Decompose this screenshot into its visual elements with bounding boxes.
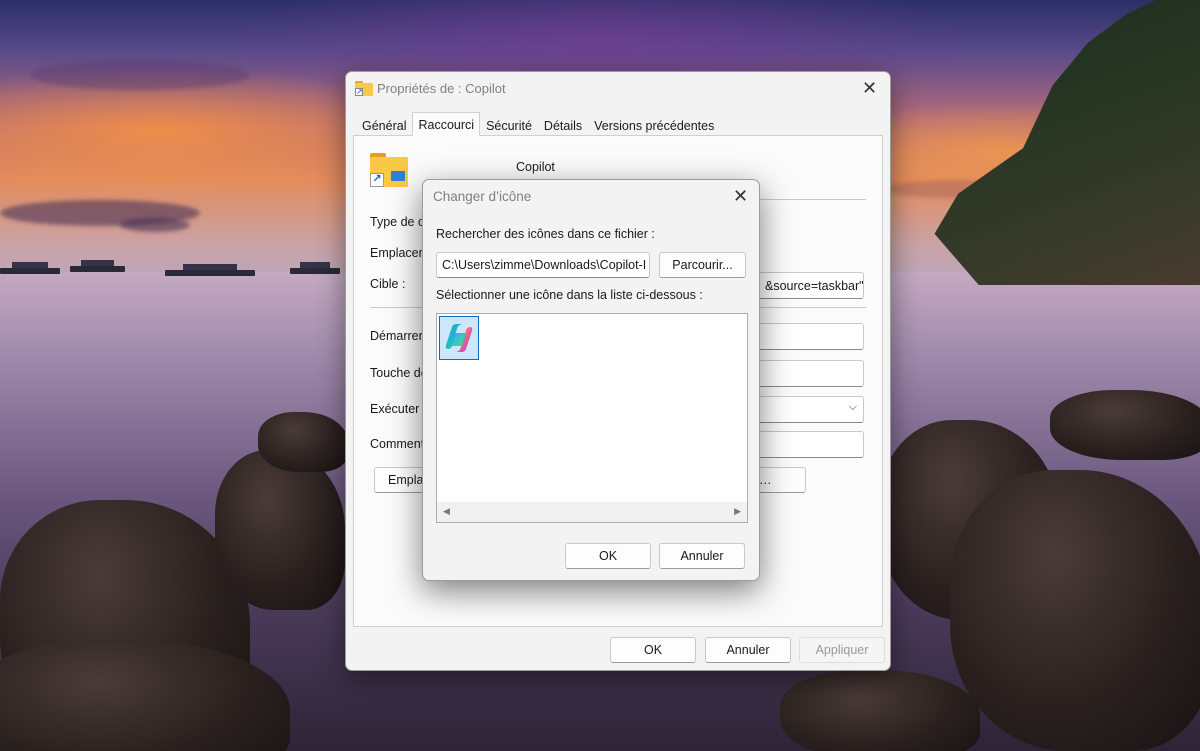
- horizontal-scrollbar[interactable]: ◀ ▶: [437, 502, 747, 522]
- shortcut-folder-icon: ↗: [355, 81, 373, 96]
- title-bar[interactable]: ↗ Propriétés de : Copilot ✕: [346, 72, 890, 106]
- cancel-button[interactable]: Annuler: [705, 637, 791, 663]
- shortcut-icon: ↗: [370, 153, 408, 187]
- run-label: Exécuter :: [370, 402, 427, 416]
- start-in-field[interactable]: [758, 323, 864, 350]
- scroll-left-icon[interactable]: ◀: [443, 506, 450, 517]
- window-title: Propriétés de : Copilot: [377, 81, 506, 96]
- browse-button[interactable]: Parcourir...: [659, 252, 746, 278]
- start-in-label: Démarrer: [370, 329, 423, 343]
- ok-button[interactable]: OK: [610, 637, 696, 663]
- change-icon-dialog: Changer d’icône ✕ Rechercher des icônes …: [422, 179, 760, 581]
- icon-list[interactable]: ◀ ▶: [436, 313, 748, 523]
- shortcut-key-field[interactable]: [758, 360, 864, 387]
- comment-label: Comment: [370, 437, 425, 451]
- copilot-icon: [445, 324, 473, 352]
- select-icon-label: Sélectionner une icône dans la liste ci-…: [436, 288, 703, 302]
- tab-security[interactable]: Sécurité: [480, 115, 538, 137]
- change-icon-button[interactable]: …: [758, 467, 806, 493]
- chevron-down-icon: ⌵: [848, 401, 857, 413]
- shortcut-name: Copilot: [516, 160, 555, 174]
- run-dropdown[interactable]: ⌵: [758, 396, 864, 423]
- target-location-label: Emplacem: [370, 246, 430, 260]
- icon-list-item[interactable]: [439, 316, 479, 360]
- shortcut-key-label: Touche de: [370, 366, 428, 380]
- dialog-title: Changer d’icône: [433, 189, 532, 204]
- tab-general[interactable]: Général: [356, 115, 412, 137]
- target-type-label: Type de ci: [370, 215, 427, 229]
- comment-field[interactable]: [758, 431, 864, 458]
- target-label: Cible :: [370, 277, 406, 291]
- close-icon[interactable]: ✕: [862, 79, 877, 97]
- tab-strip: Général Raccourci Sécurité Détails Versi…: [356, 112, 720, 137]
- close-icon[interactable]: ✕: [733, 187, 748, 205]
- dialog-cancel-button[interactable]: Annuler: [659, 543, 745, 569]
- dialog-ok-button[interactable]: OK: [565, 543, 651, 569]
- icon-file-path-field[interactable]: C:\Users\zimme\Downloads\Copilot-I: [436, 252, 650, 278]
- tab-details[interactable]: Détails: [538, 115, 588, 137]
- tab-previous-versions[interactable]: Versions précédentes: [588, 115, 720, 137]
- target-field[interactable]: &source=taskbar": [758, 272, 864, 299]
- search-icons-label: Rechercher des icônes dans ce fichier :: [436, 227, 655, 241]
- target-field-value: &source=taskbar": [765, 279, 864, 293]
- icon-file-path-value: C:\Users\zimme\Downloads\Copilot-I: [442, 258, 647, 272]
- scroll-right-icon[interactable]: ▶: [734, 506, 741, 517]
- apply-button[interactable]: Appliquer: [799, 637, 885, 663]
- tab-shortcut[interactable]: Raccourci: [412, 112, 481, 136]
